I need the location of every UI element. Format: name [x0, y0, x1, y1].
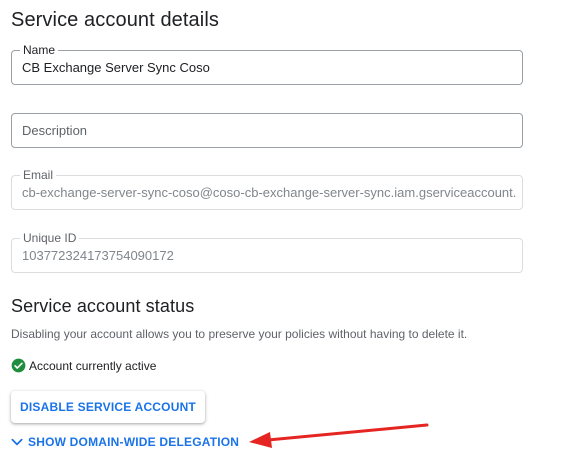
email-value: cb-exchange-server-sync-coso@coso-cb-exc… — [22, 185, 516, 200]
unique-id-value: 103772324173754090172 — [22, 248, 174, 263]
name-input[interactable] — [22, 51, 516, 84]
status-helper-text: Disabling your account allows you to pre… — [11, 327, 468, 341]
description-field[interactable] — [11, 113, 523, 148]
account-status: Account currently active — [11, 358, 156, 373]
show-domain-wide-delegation-label: SHOW DOMAIN-WIDE DELEGATION — [28, 435, 240, 449]
disable-service-account-button[interactable]: DISABLE SERVICE ACCOUNT — [11, 391, 205, 423]
chevron-down-icon — [11, 438, 23, 446]
description-input[interactable] — [22, 114, 516, 147]
details-section-title: Service account details — [11, 9, 219, 31]
account-status-text: Account currently active — [29, 358, 157, 373]
show-domain-wide-delegation-toggle[interactable]: SHOW DOMAIN-WIDE DELEGATION — [10, 435, 239, 449]
status-section-title: Service account status — [11, 296, 195, 316]
email-field: Email cb-exchange-server-sync-coso@coso-… — [11, 168, 523, 210]
name-field[interactable]: Name — [11, 43, 523, 85]
check-circle-icon — [11, 358, 26, 373]
unique-id-field: Unique ID 103772324173754090172 — [11, 231, 523, 273]
